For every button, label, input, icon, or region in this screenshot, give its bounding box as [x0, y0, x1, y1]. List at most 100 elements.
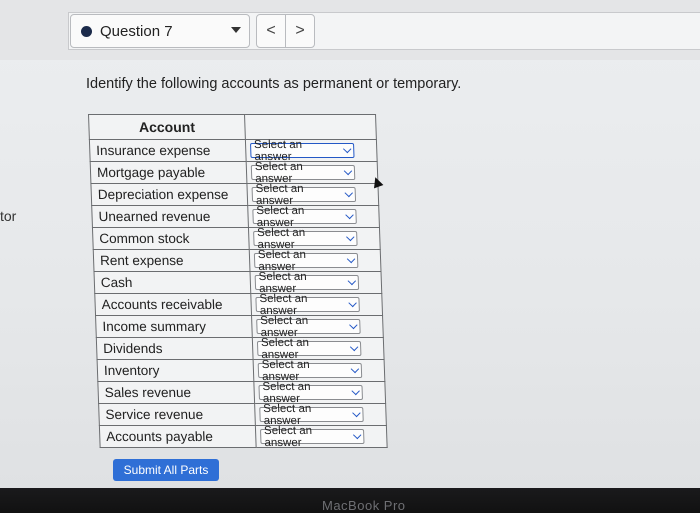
chevron-down-icon	[352, 408, 361, 418]
answer-dropdown[interactable]: Select an answer	[257, 359, 363, 383]
answer-dropdown[interactable]: Select an answer	[256, 337, 362, 361]
question-label: Question 7	[100, 22, 173, 40]
table-row: Sales revenue Select an answer	[97, 381, 386, 405]
answer-cell: Select an answer	[251, 315, 384, 339]
table-header-row: Account	[88, 114, 377, 140]
table-row: Cash Select an answer	[94, 271, 382, 295]
answer-cell: Select an answer	[246, 183, 379, 207]
question-dropdown[interactable]: Question 7	[70, 14, 250, 48]
account-name-cell: Cash	[94, 271, 251, 294]
chevron-down-icon	[349, 320, 358, 330]
answer-cell: Select an answer	[248, 227, 381, 251]
answer-cell: Select an answer	[254, 403, 387, 427]
chevron-down-icon	[349, 342, 359, 352]
account-name-cell: Depreciation expense	[90, 183, 248, 206]
answer-dropdown[interactable]: Select an answer	[253, 249, 359, 273]
accounts-table: Account Insurance expense Select an answe…	[88, 114, 388, 449]
answer-cell: Select an answer	[245, 139, 378, 163]
table-row: Unearned revenue Select an answer	[91, 205, 380, 229]
chevron-down-icon	[343, 166, 353, 176]
chevron-down-icon	[346, 254, 356, 264]
answer-dropdown-label: Select an answer	[257, 248, 307, 273]
bezel-label: MacBook Pro	[322, 498, 406, 513]
mouse-cursor-icon	[370, 175, 384, 189]
answer-dropdown-label: Select an answer	[261, 358, 310, 383]
answer-dropdown[interactable]: Select an answer	[259, 403, 364, 427]
answer-dropdown[interactable]: Select an answer	[255, 293, 360, 317]
answer-cell: Select an answer	[255, 425, 388, 449]
table-row: Mortgage payable Select an answer	[90, 161, 378, 185]
answer-dropdown[interactable]: Select an answer	[256, 315, 361, 339]
account-name-cell: Income summary	[95, 315, 253, 338]
account-name-cell: Dividends	[96, 337, 254, 360]
answer-dropdown-label: Select an answer	[263, 424, 313, 449]
answer-cell: Select an answer	[247, 205, 380, 229]
table-row: Accounts payable Select an answer	[99, 425, 388, 449]
answer-dropdown[interactable]: Select an answer	[260, 425, 365, 449]
answer-dropdown-label: Select an answer	[256, 226, 306, 251]
answer-dropdown-label: Select an answer	[260, 314, 309, 339]
answer-dropdown-label: Select an answer	[262, 380, 311, 405]
answer-dropdown-label: Select an answer	[263, 402, 312, 427]
table-row: Dividends Select an answer	[96, 337, 385, 361]
table-row: Common stock Select an answer	[92, 227, 381, 251]
answer-dropdown-label: Select an answer	[254, 160, 303, 185]
account-column-header: Account	[88, 114, 246, 140]
answer-dropdown[interactable]: Select an answer	[251, 183, 357, 207]
submit-all-parts-button[interactable]: Submit All Parts	[113, 459, 219, 481]
chevron-down-icon	[344, 188, 354, 198]
answer-dropdown-label: Select an answer	[256, 204, 305, 229]
answer-dropdown-label: Select an answer	[253, 138, 303, 163]
account-name-cell: Accounts payable	[99, 425, 257, 448]
table-row: Income summary Select an answer	[95, 315, 384, 339]
bullet-icon	[81, 25, 92, 37]
table-row: Insurance expense Select an answer	[89, 139, 378, 163]
question-prompt: Identify the following accounts as perma…	[86, 76, 462, 92]
answer-cell: Select an answer	[249, 249, 382, 273]
account-name-cell: Inventory	[97, 359, 254, 382]
answer-dropdown[interactable]: Select an answer	[258, 381, 363, 405]
account-name-cell: Insurance expense	[89, 139, 247, 162]
table-row: Rent expense Select an answer	[93, 249, 382, 273]
answer-dropdown[interactable]: Select an answer	[253, 227, 358, 251]
account-name-cell: Sales revenue	[97, 381, 255, 404]
table-row: Depreciation expense Select an answer	[90, 183, 379, 207]
answer-dropdown-label: Select an answer	[260, 336, 310, 361]
answer-cell: Select an answer	[253, 381, 386, 405]
answer-dropdown[interactable]: Select an answer	[250, 161, 356, 185]
caret-down-icon	[231, 27, 241, 33]
previous-question-button[interactable]: <	[256, 14, 286, 48]
chevron-down-icon	[347, 276, 357, 286]
chevron-down-icon	[345, 210, 354, 220]
next-question-button[interactable]: >	[285, 14, 315, 48]
account-name-cell: Service revenue	[98, 403, 256, 426]
answer-dropdown-label: Select an answer	[255, 182, 304, 207]
table-row: Accounts receivable Select an answer	[94, 293, 383, 317]
chevron-down-icon	[351, 386, 360, 396]
answer-cell: Select an answer	[250, 293, 383, 317]
chevron-down-icon	[350, 364, 360, 374]
answer-dropdown[interactable]: Select an answer	[252, 205, 357, 229]
answer-cell: Select an answer	[253, 359, 385, 383]
chevron-down-icon	[348, 298, 357, 308]
answer-dropdown-label: Select an answer	[258, 270, 307, 295]
answer-dropdown[interactable]: Select an answer	[250, 139, 355, 163]
answer-dropdown-label: Select an answer	[259, 292, 308, 317]
account-name-cell: Mortgage payable	[90, 161, 247, 184]
chevron-down-icon	[343, 144, 352, 154]
account-name-cell: Unearned revenue	[91, 205, 249, 228]
answer-column-header	[244, 114, 377, 140]
account-name-cell: Accounts receivable	[94, 293, 252, 316]
table-row: Service revenue Select an answer	[98, 403, 387, 427]
chevron-down-icon	[346, 232, 355, 242]
side-label: tor	[0, 208, 17, 224]
table-row: Inventory Select an answer	[97, 359, 385, 383]
answer-cell: Select an answer	[250, 271, 382, 295]
answer-dropdown[interactable]: Select an answer	[254, 271, 360, 295]
chevron-down-icon	[353, 430, 362, 440]
answer-cell: Select an answer	[252, 337, 385, 361]
account-name-cell: Common stock	[92, 227, 250, 250]
account-name-cell: Rent expense	[93, 249, 251, 272]
answer-cell: Select an answer	[246, 161, 378, 185]
screen-page: Question 7 < > tor Identify the followin…	[0, 0, 700, 488]
